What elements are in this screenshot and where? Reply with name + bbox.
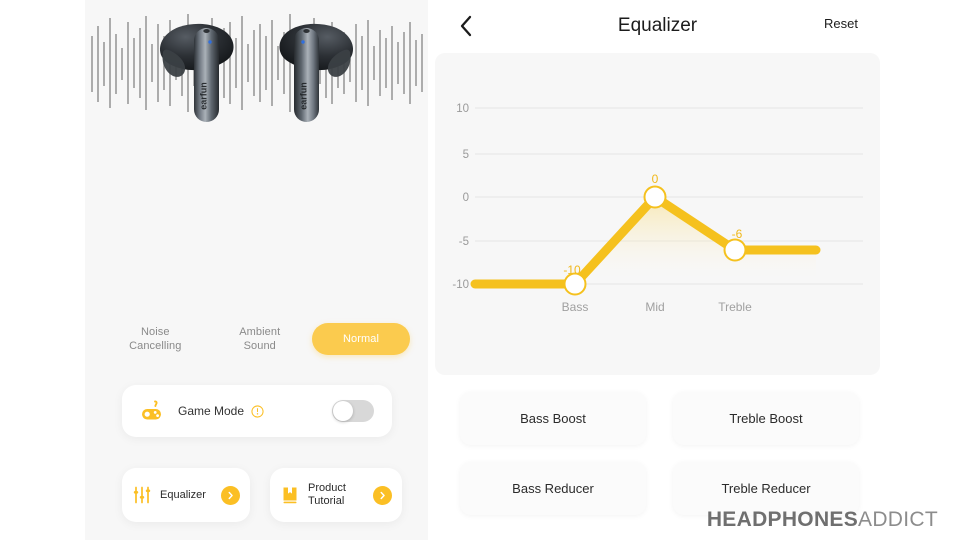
right-phone-screen: Equalizer Reset 10 5 0 -5 -10 -10 0 -6 B… [435,0,880,540]
xtick-bass: Bass [562,300,589,314]
svg-text:earfun: earfun [199,82,209,110]
earbud-left: earfun [159,23,234,122]
preset-bass-reducer[interactable]: Bass Reducer [460,462,646,515]
page-title: Equalizer [617,15,698,36]
xtick-mid: Mid [645,300,664,314]
toggle-knob [333,401,353,421]
watermark-light: ADDICT [858,508,938,531]
equalizer-card[interactable]: Equalizer [122,468,250,522]
eq-handle-mid [643,185,667,209]
game-mode-toggle[interactable] [332,400,374,422]
product-image-area: earfun earfun [85,0,428,185]
product-tutorial-card[interactable]: Product Tutorial [270,468,402,522]
preset-treble-boost[interactable]: Treble Boost [673,392,859,445]
earbuds-image: earfun earfun [159,23,354,122]
game-mode-card[interactable]: Game Mode [122,385,392,437]
ytick-minus10: -10 [452,279,469,291]
preset-bass-boost[interactable]: Bass Boost [460,392,646,445]
mode-ambient-sound[interactable]: Ambient Sound [208,325,313,353]
xtick-treble: Treble [718,300,752,314]
book-icon [283,487,297,504]
ytick-0: 0 [463,192,469,204]
watermark: HEADPHONESADDICT [707,508,938,532]
svg-text:earfun: earfun [299,82,309,110]
game-mode-label: Game Mode [178,404,245,418]
equalizer-header: Equalizer Reset [435,0,880,52]
mode-normal[interactable]: Normal [312,323,410,355]
equalizer-chevron-right-icon[interactable] [221,485,240,505]
eq-handle-bass [563,272,587,296]
info-circle-icon[interactable] [251,404,264,418]
product-tutorial-card-label: Product Tutorial [308,482,346,507]
ytick-5: 5 [463,149,469,161]
left-phone-screen: earfun earfun Noise Cancelling Ambient S… [85,0,428,540]
chart-x-axis-labels: Bass Mid Treble [562,300,752,314]
point-label-mid: 0 [652,172,659,186]
back-button[interactable] [453,13,479,39]
reset-button[interactable]: Reset [824,16,858,31]
ytick-minus5: -5 [459,236,469,248]
chevron-left-icon [460,15,472,37]
earbud-right: earfun [279,23,354,122]
chart-y-axis-labels: 10 5 0 -5 -10 [452,103,469,291]
ytick-10: 10 [456,103,469,115]
tutorial-chevron-right-icon[interactable] [373,485,392,505]
gamepad-icon [142,400,161,420]
mode-noise-cancelling[interactable]: Noise Cancelling [103,325,208,353]
sliders-icon [133,486,151,504]
eq-handle-treble [723,238,747,262]
equalizer-card-label: Equalizer [160,488,206,501]
watermark-bold: HEADPHONES [706,508,859,531]
listening-mode-selector: Noise Cancelling Ambient Sound Normal [85,318,428,360]
equalizer-chart[interactable]: 10 5 0 -5 -10 -10 0 -6 Bass Mid Treble [435,53,880,375]
equalizer-chart-card[interactable]: 10 5 0 -5 -10 -10 0 -6 Bass Mid Treble [435,53,880,375]
